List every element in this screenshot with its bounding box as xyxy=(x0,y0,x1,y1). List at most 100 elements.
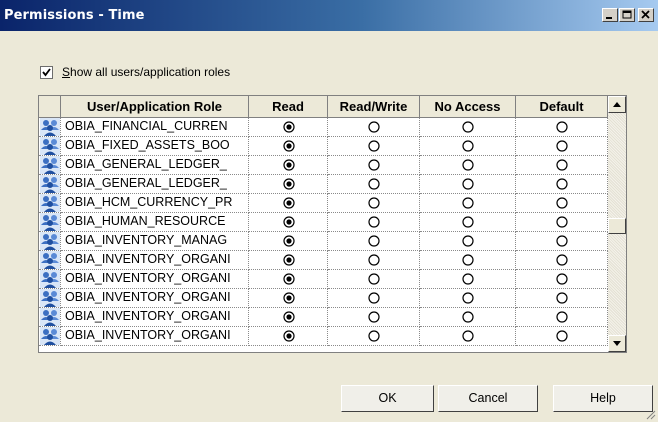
permission-cell[interactable] xyxy=(420,118,516,137)
permission-cell[interactable] xyxy=(249,232,328,251)
role-name-cell[interactable]: OBIA_INVENTORY_ORGANI xyxy=(61,289,249,308)
permission-cell[interactable] xyxy=(516,137,608,156)
permission-cell[interactable] xyxy=(328,270,420,289)
permission-cell[interactable] xyxy=(249,137,328,156)
permission-cell[interactable] xyxy=(249,327,328,346)
radio-empty-icon[interactable] xyxy=(462,140,474,152)
table-row[interactable]: OBIA_INVENTORY_ORGANI xyxy=(39,251,608,270)
radio-selected-icon[interactable] xyxy=(283,197,295,209)
close-button[interactable] xyxy=(638,8,654,22)
permission-cell[interactable] xyxy=(328,118,420,137)
radio-empty-icon[interactable] xyxy=(462,235,474,247)
radio-empty-icon[interactable] xyxy=(556,197,568,209)
permission-cell[interactable] xyxy=(328,194,420,213)
column-header-no-access[interactable]: No Access xyxy=(420,96,516,117)
permission-cell[interactable] xyxy=(516,289,608,308)
radio-empty-icon[interactable] xyxy=(462,216,474,228)
radio-selected-icon[interactable] xyxy=(283,273,295,285)
permission-cell[interactable] xyxy=(420,232,516,251)
scroll-up-button[interactable] xyxy=(608,96,626,113)
permission-cell[interactable] xyxy=(420,175,516,194)
radio-empty-icon[interactable] xyxy=(556,159,568,171)
permission-cell[interactable] xyxy=(249,175,328,194)
radio-empty-icon[interactable] xyxy=(368,292,380,304)
radio-empty-icon[interactable] xyxy=(462,273,474,285)
table-row[interactable]: OBIA_INVENTORY_ORGANI xyxy=(39,289,608,308)
radio-empty-icon[interactable] xyxy=(462,121,474,133)
permission-cell[interactable] xyxy=(328,251,420,270)
permission-cell[interactable] xyxy=(516,156,608,175)
radio-selected-icon[interactable] xyxy=(283,140,295,152)
table-row[interactable]: OBIA_INVENTORY_ORGANI xyxy=(39,270,608,289)
radio-selected-icon[interactable] xyxy=(283,159,295,171)
table-row[interactable]: OBIA_HCM_CURRENCY_PR xyxy=(39,194,608,213)
radio-selected-icon[interactable] xyxy=(283,235,295,247)
table-row[interactable]: OBIA_FINANCIAL_CURREN xyxy=(39,118,608,137)
permission-cell[interactable] xyxy=(516,327,608,346)
radio-empty-icon[interactable] xyxy=(556,254,568,266)
radio-empty-icon[interactable] xyxy=(556,121,568,133)
cancel-button[interactable]: Cancel xyxy=(438,385,538,412)
role-name-cell[interactable]: OBIA_GENERAL_LEDGER_ xyxy=(61,175,249,194)
radio-selected-icon[interactable] xyxy=(283,121,295,133)
permission-cell[interactable] xyxy=(328,156,420,175)
role-name-cell[interactable]: OBIA_INVENTORY_ORGANI xyxy=(61,308,249,327)
role-name-cell[interactable]: OBIA_FIXED_ASSETS_BOO xyxy=(61,137,249,156)
radio-empty-icon[interactable] xyxy=(556,330,568,342)
radio-empty-icon[interactable] xyxy=(556,140,568,152)
vertical-scrollbar[interactable] xyxy=(608,96,626,352)
radio-empty-icon[interactable] xyxy=(462,178,474,190)
radio-empty-icon[interactable] xyxy=(368,121,380,133)
permission-cell[interactable] xyxy=(249,251,328,270)
permission-cell[interactable] xyxy=(420,289,516,308)
permission-cell[interactable] xyxy=(516,308,608,327)
radio-empty-icon[interactable] xyxy=(556,235,568,247)
permission-cell[interactable] xyxy=(249,289,328,308)
table-row[interactable]: OBIA_HUMAN_RESOURCE xyxy=(39,213,608,232)
role-name-cell[interactable]: OBIA_FINANCIAL_CURREN xyxy=(61,118,249,137)
table-row[interactable]: OBIA_INVENTORY_ORGANI xyxy=(39,308,608,327)
radio-empty-icon[interactable] xyxy=(462,330,474,342)
permission-cell[interactable] xyxy=(420,213,516,232)
permission-cell[interactable] xyxy=(420,251,516,270)
permission-cell[interactable] xyxy=(328,175,420,194)
scroll-down-button[interactable] xyxy=(608,335,626,352)
show-all-checkbox[interactable] xyxy=(40,66,53,79)
radio-empty-icon[interactable] xyxy=(368,197,380,209)
radio-empty-icon[interactable] xyxy=(368,311,380,323)
permission-cell[interactable] xyxy=(249,213,328,232)
radio-selected-icon[interactable] xyxy=(283,178,295,190)
table-row[interactable]: OBIA_GENERAL_LEDGER_ xyxy=(39,175,608,194)
permission-cell[interactable] xyxy=(516,194,608,213)
role-name-cell[interactable]: OBIA_INVENTORY_ORGANI xyxy=(61,251,249,270)
radio-selected-icon[interactable] xyxy=(283,254,295,266)
permission-cell[interactable] xyxy=(249,270,328,289)
role-name-cell[interactable]: OBIA_GENERAL_LEDGER_ xyxy=(61,156,249,175)
permission-cell[interactable] xyxy=(420,327,516,346)
radio-empty-icon[interactable] xyxy=(556,178,568,190)
radio-selected-icon[interactable] xyxy=(283,292,295,304)
radio-empty-icon[interactable] xyxy=(462,311,474,323)
permission-cell[interactable] xyxy=(516,270,608,289)
minimize-button[interactable] xyxy=(602,8,618,22)
column-header-read-write[interactable]: Read/Write xyxy=(328,96,420,117)
radio-empty-icon[interactable] xyxy=(462,159,474,171)
help-button[interactable]: Help xyxy=(553,385,653,412)
permission-cell[interactable] xyxy=(420,156,516,175)
radio-empty-icon[interactable] xyxy=(556,216,568,228)
permission-cell[interactable] xyxy=(328,213,420,232)
resize-grip-icon[interactable] xyxy=(644,408,656,420)
radio-empty-icon[interactable] xyxy=(368,330,380,342)
permission-cell[interactable] xyxy=(420,308,516,327)
permission-cell[interactable] xyxy=(516,251,608,270)
permission-cell[interactable] xyxy=(249,156,328,175)
permission-cell[interactable] xyxy=(420,137,516,156)
column-header-read[interactable]: Read xyxy=(249,96,328,117)
scroll-thumb[interactable] xyxy=(608,218,626,234)
radio-empty-icon[interactable] xyxy=(368,273,380,285)
role-name-cell[interactable]: OBIA_INVENTORY_ORGANI xyxy=(61,327,249,346)
column-header-role[interactable]: User/Application Role xyxy=(61,96,249,117)
radio-empty-icon[interactable] xyxy=(368,254,380,266)
permission-cell[interactable] xyxy=(328,137,420,156)
ok-button[interactable]: OK xyxy=(341,385,434,412)
